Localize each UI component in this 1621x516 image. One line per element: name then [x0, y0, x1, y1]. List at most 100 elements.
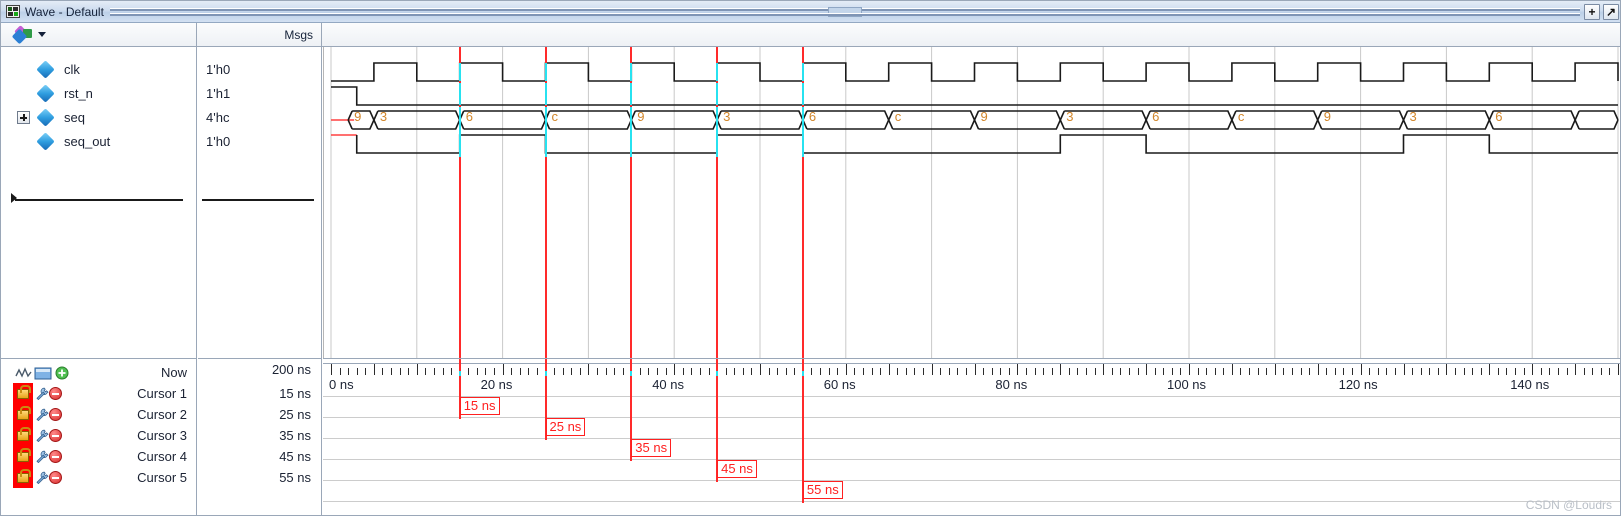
cursor-time-badge-1[interactable]: 15 ns	[459, 397, 500, 415]
signal-value-pane: 1'h0 1'h1 4'hc 1'h0	[198, 47, 322, 358]
wave-icon	[15, 367, 32, 378]
wave-window: Wave - Default + ↗ Msgs clk rst_n seq se…	[0, 0, 1621, 516]
cursor-row-4[interactable]: Cursor 4	[1, 446, 197, 467]
cursor-time-badge-4[interactable]: 45 ns	[717, 460, 757, 478]
cursor-row-3[interactable]: Cursor 3	[1, 425, 197, 446]
wrench-icon[interactable]	[35, 387, 49, 401]
ruler-minor-tick	[725, 368, 727, 375]
signal-row-rst_n[interactable]: rst_n	[1, 81, 197, 105]
ruler-minor-tick	[442, 368, 444, 375]
lock-icon[interactable]	[13, 467, 33, 488]
ruler-minor-tick	[639, 368, 641, 375]
delete-icon[interactable]	[49, 450, 62, 463]
ruler-major-tick	[331, 364, 332, 375]
cursor-label: Cursor 2	[137, 407, 187, 422]
ruler-minor-tick	[562, 368, 564, 375]
lock-icon[interactable]	[13, 446, 33, 467]
cursor-name-pane[interactable]: Now Cursor 1 Cursor 2 Cursor 3 Cursor 4 Curs…	[1, 358, 197, 515]
ruler-minor-tick	[571, 368, 573, 375]
chevron-down-icon[interactable]	[38, 32, 46, 37]
expand-button[interactable]: +	[1584, 3, 1600, 20]
ruler-minor-tick	[1523, 368, 1525, 375]
delete-icon[interactable]	[49, 408, 62, 421]
waveform-pane[interactable]: 9 3 6 c 9 3 6 c 9 3 6 c 9 3 6	[323, 47, 1620, 358]
cursor-highlight-segment	[544, 63, 547, 81]
cursor-value: 35 ns	[279, 428, 311, 443]
ruler-minor-tick	[948, 368, 950, 375]
ruler-minor-tick	[1111, 368, 1113, 375]
ruler-major-tick	[1103, 364, 1105, 375]
delete-icon[interactable]	[49, 429, 62, 442]
signal-value-rst_n: 1'h1	[206, 85, 231, 101]
wrench-icon[interactable]	[35, 450, 49, 464]
lock-icon[interactable]	[13, 404, 33, 425]
ruler-cursor-marker-1[interactable]	[458, 359, 461, 394]
ruler-major-tick	[1146, 364, 1148, 375]
time-ruler[interactable]: 0 ns 20 ns 40 ns 60 ns 80 ns 100 ns 120 ns 140 …	[323, 358, 1620, 394]
ruler-cursor-marker-2[interactable]	[544, 359, 547, 394]
cursor-row-5[interactable]: Cursor 5	[1, 467, 197, 488]
ruler-minor-tick	[708, 368, 710, 375]
now-row-icons[interactable]	[15, 366, 73, 380]
signal-name-label: rst_n	[64, 85, 93, 101]
ruler-major-tick	[373, 364, 375, 375]
cursor-time-badge-5[interactable]: 55 ns	[802, 481, 843, 499]
object-layers-icon[interactable]	[11, 24, 33, 44]
ruler-cursor-highlight	[630, 371, 633, 376]
wrench-icon[interactable]	[35, 408, 49, 422]
name-column-header[interactable]	[1, 23, 197, 46]
title-drag-rails[interactable]	[109, 6, 1581, 18]
wrench-icon[interactable]	[35, 471, 49, 485]
bus-value-label: 6	[1152, 109, 1160, 124]
cursor-time-badge-2[interactable]: 25 ns	[545, 418, 586, 436]
delete-icon[interactable]	[49, 387, 62, 400]
signal-name-pane[interactable]: clk rst_n seq seq_out	[1, 47, 197, 358]
ruler-major-tick	[502, 364, 504, 375]
cursor-grid-line	[323, 438, 1620, 439]
signal-diamond-icon	[36, 83, 55, 103]
cursor-row-2[interactable]: Cursor 2	[1, 404, 197, 425]
ruler-label: 60 ns	[823, 377, 856, 392]
ruler-minor-tick	[614, 368, 616, 375]
ruler-cursor-marker-3[interactable]	[630, 359, 633, 394]
cursor-badge-grid[interactable]: 15 ns 25 ns 35 ns 45 ns 55 ns	[323, 394, 1620, 515]
title-grip[interactable]	[827, 6, 862, 17]
ruler-cursor-marker-5[interactable]	[801, 359, 804, 394]
delete-icon[interactable]	[49, 471, 62, 484]
cursor-highlight-segment	[716, 63, 719, 81]
wave-column-header	[323, 23, 1620, 46]
ruler-minor-tick	[1180, 368, 1182, 375]
cursor-highlight-segment	[544, 131, 547, 157]
ruler-baseline	[323, 363, 1620, 364]
ruler-minor-tick	[554, 368, 556, 375]
ruler-cursor-highlight	[458, 371, 461, 376]
cursor-row-1[interactable]: Cursor 1	[1, 383, 197, 404]
signal-row-seq[interactable]: seq	[1, 105, 197, 129]
ruler-minor-tick	[957, 368, 959, 375]
bus-value-label: 6	[1495, 109, 1503, 124]
ruler-major-tick	[1060, 364, 1062, 375]
lock-icon[interactable]	[13, 383, 33, 404]
ruler-minor-tick	[1480, 368, 1482, 375]
cursor-label: Cursor 1	[137, 386, 187, 401]
pane-resize-marker[interactable]	[11, 193, 17, 203]
ruler-minor-tick	[1412, 368, 1414, 375]
name-pane-divider	[15, 199, 183, 201]
undock-button[interactable]: ↗	[1603, 3, 1619, 20]
cursor-label: Cursor 3	[137, 428, 187, 443]
signal-row-clk[interactable]: clk	[1, 57, 197, 81]
cursor-row-now[interactable]: Now	[1, 362, 197, 383]
ruler-minor-tick	[1369, 368, 1371, 375]
lock-icon[interactable]	[13, 425, 33, 446]
expand-seq-icon[interactable]	[17, 110, 30, 124]
bus-value-label: 3	[1066, 109, 1074, 124]
ruler-minor-tick	[691, 368, 693, 375]
ruler-cursor-marker-4[interactable]	[716, 359, 719, 394]
signal-row-seq_out[interactable]: seq_out	[1, 129, 197, 153]
msgs-column-header[interactable]: Msgs	[198, 23, 322, 46]
cursor-time-badge-3[interactable]: 35 ns	[631, 439, 672, 457]
ruler-minor-tick	[1583, 368, 1585, 375]
ruler-minor-tick	[451, 368, 453, 375]
now-value: 200 ns	[271, 362, 311, 377]
wrench-icon[interactable]	[35, 429, 49, 443]
